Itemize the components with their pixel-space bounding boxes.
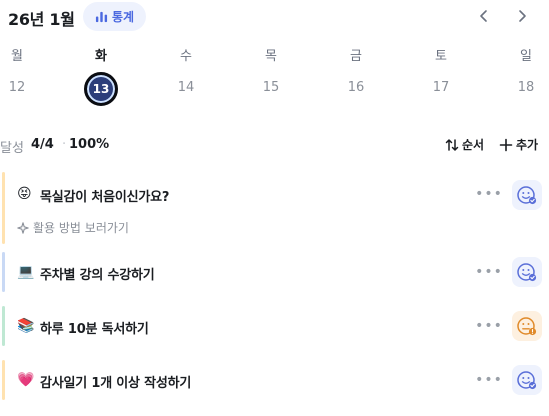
selected-day-circle: 13 (84, 72, 118, 106)
day-name: 수 (180, 49, 192, 64)
day-thu[interactable]: 목 15 (241, 42, 301, 112)
progress-label: 달성 (0, 141, 24, 156)
day-name: 월 (11, 49, 23, 64)
stats-button[interactable]: 통계 (83, 2, 146, 31)
guide-link[interactable]: 활용 방법 보러가기 (17, 219, 129, 236)
smiley-warning-icon (517, 317, 537, 336)
task-emoji: 💗 (17, 372, 35, 388)
day-name: 일 (520, 49, 532, 64)
plus-icon (499, 138, 513, 151)
chevron-right-icon (519, 10, 526, 22)
progress-separator: · (62, 137, 67, 152)
sparkle-icon (17, 221, 29, 234)
day-date: 12 (8, 80, 26, 95)
week-strip: 월 12 화 13 수 14 목 15 금 16 토 17 일 18 (0, 42, 549, 112)
task-color-bar (2, 360, 5, 400)
day-sun[interactable]: 일 18 (496, 42, 549, 112)
task-item[interactable]: 💗 감사일기 1개 이상 작성하기 ••• (0, 360, 549, 400)
guide-label: 활용 방법 보러가기 (33, 221, 129, 235)
day-date: 15 (262, 80, 280, 95)
smiley-check-icon (517, 186, 537, 205)
task-item[interactable]: 📚 하루 10분 독서하기 ••• (0, 306, 549, 346)
task-emoji: 😝 (17, 186, 32, 202)
task-color-bar (2, 172, 5, 244)
prev-week-button[interactable] (474, 6, 494, 26)
progress-percent: 100% (69, 137, 110, 152)
sort-arrows-icon (445, 138, 459, 151)
task-emoji: 💻 (17, 264, 35, 280)
day-fri[interactable]: 금 16 (326, 42, 386, 112)
more-dots-icon[interactable]: ••• (475, 372, 502, 388)
month-title[interactable]: 26년 1월 (8, 6, 75, 30)
day-mon[interactable]: 월 12 (0, 42, 47, 112)
smiley-check-icon (517, 371, 537, 390)
chevron-left-icon (480, 10, 487, 22)
progress-count: 4/4 (31, 137, 54, 152)
day-date: 16 (347, 80, 365, 95)
task-item[interactable]: 💻 주차별 강의 수강하기 ••• (0, 252, 549, 292)
day-name: 화 (95, 49, 107, 64)
smiley-check-icon (517, 263, 537, 282)
task-title: 하루 10분 독서하기 (40, 322, 149, 337)
progress-row: 달성 4/4 · 100% 순서 추가 (0, 135, 549, 157)
order-label: 순서 (462, 138, 485, 152)
more-dots-icon[interactable]: ••• (475, 264, 502, 280)
calendar-header: 26년 1월 통계 (0, 0, 549, 34)
day-name: 목 (265, 49, 277, 64)
day-name: 금 (350, 49, 362, 64)
bar-chart-icon (95, 11, 108, 23)
stats-label: 통계 (111, 10, 135, 24)
more-dots-icon[interactable]: ••• (475, 318, 502, 334)
task-status-button[interactable] (512, 257, 542, 287)
task-status-button[interactable] (512, 180, 542, 210)
add-button[interactable]: 추가 (499, 136, 538, 153)
task-color-bar (2, 252, 5, 292)
more-dots-icon[interactable]: ••• (475, 186, 502, 202)
day-sat[interactable]: 토 17 (411, 42, 471, 112)
day-name: 토 (435, 49, 447, 64)
day-date: 17 (432, 80, 450, 95)
add-label: 추가 (516, 138, 539, 152)
task-status-button[interactable] (512, 311, 542, 341)
day-date: 14 (177, 80, 195, 95)
task-title: 주차별 강의 수강하기 (40, 268, 155, 283)
task-color-bar (2, 306, 5, 346)
task-item[interactable]: 😝 목실감이 처음이신가요? ••• 활용 방법 보러가기 (0, 172, 549, 244)
order-button[interactable]: 순서 (445, 136, 484, 153)
next-week-button[interactable] (512, 6, 532, 26)
task-title: 감사일기 1개 이상 작성하기 (40, 376, 192, 391)
day-tue[interactable]: 화 13 (71, 42, 131, 112)
task-status-button[interactable] (512, 365, 542, 395)
task-emoji: 📚 (17, 318, 35, 334)
day-date: 18 (517, 80, 535, 95)
day-wed[interactable]: 수 14 (156, 42, 216, 112)
task-title: 목실감이 처음이신가요? (40, 190, 170, 205)
